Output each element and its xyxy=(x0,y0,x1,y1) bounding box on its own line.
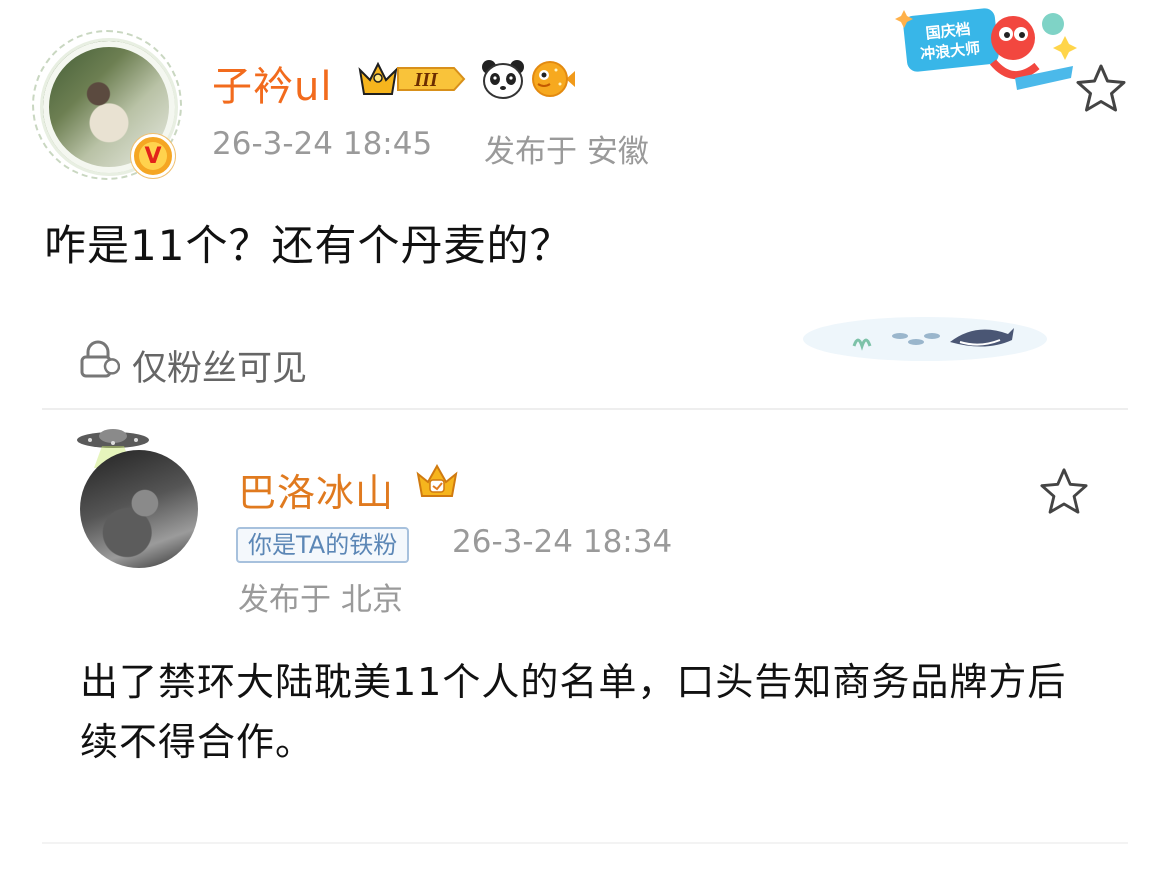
divider xyxy=(42,408,1128,410)
reply-time: 26-3-24 18:34 xyxy=(452,524,673,560)
crown-small-icon xyxy=(416,463,458,497)
ocean-decoration xyxy=(803,317,1047,361)
reply-author-name[interactable]: 巴洛冰山 xyxy=(238,462,394,517)
author-name[interactable]: 子衿ul xyxy=(212,54,332,112)
panda-icon xyxy=(482,60,524,99)
lock-icon xyxy=(80,340,120,378)
star-icon[interactable] xyxy=(1074,62,1128,114)
crown-level-icon: III xyxy=(358,61,466,95)
promo-badge[interactable]: 国庆档 冲浪大师 xyxy=(895,6,1085,98)
level-text: III xyxy=(413,69,439,91)
pufferfish-icon xyxy=(532,61,575,97)
fan-badge: 你是TA的铁粉 xyxy=(236,527,410,563)
post-location: 发布于 安徽 xyxy=(484,134,649,170)
visibility-label: 仅粉丝可见 xyxy=(132,349,308,389)
reply-content: 出了禁环大陆耽美11个人的名单，口头告知商务品牌方后续不得合作。 xyxy=(80,660,1067,764)
verified-v-icon: V xyxy=(131,134,175,178)
post-time: 26-3-24 18:45 xyxy=(212,126,433,162)
post-content: 咋是11个？还有个丹麦的？ xyxy=(44,221,573,270)
reply-location: 发布于 北京 xyxy=(238,582,403,618)
bottom-divider xyxy=(42,842,1128,844)
reply-author-avatar[interactable] xyxy=(80,450,198,568)
reply-star-icon[interactable] xyxy=(1038,466,1090,516)
